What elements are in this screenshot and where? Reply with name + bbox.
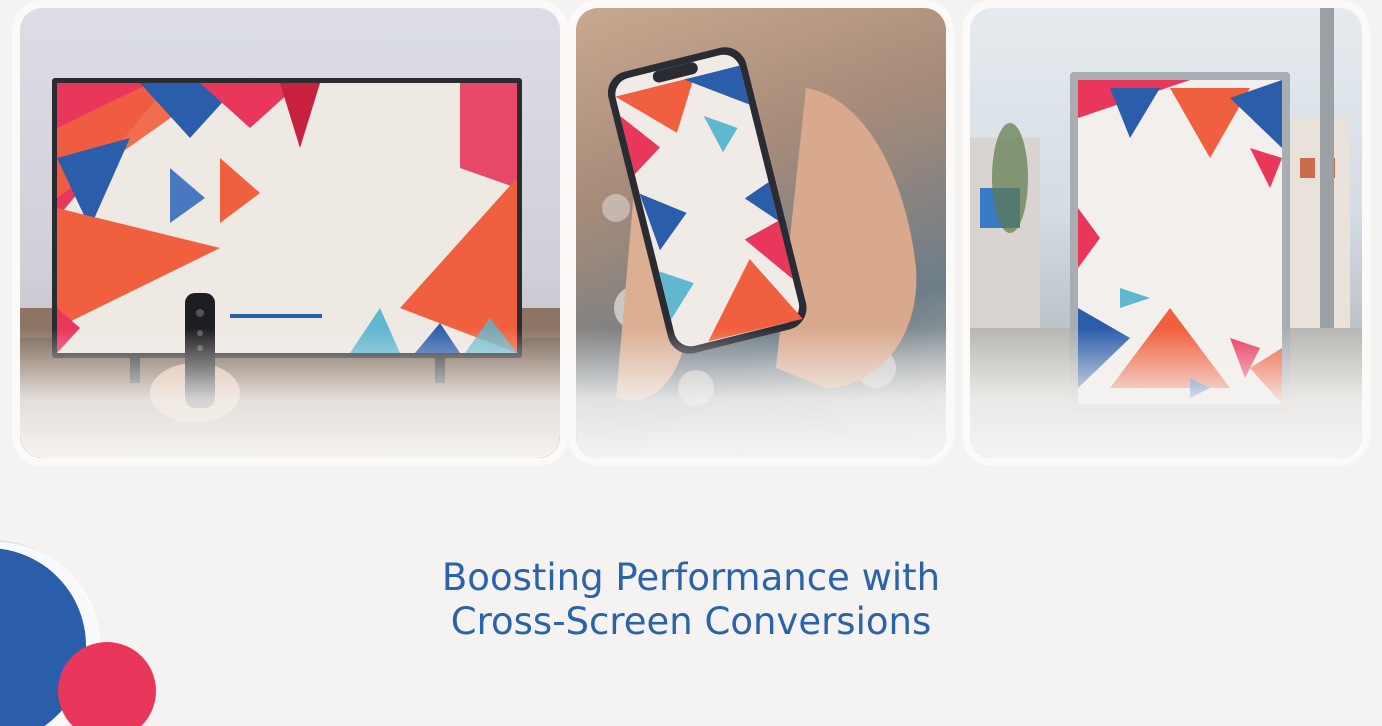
hero-banner [8, 8, 1374, 468]
title-line-2: Cross-Screen Conversions [450, 600, 932, 643]
phone-panel [576, 8, 946, 458]
tv-illustration [20, 78, 560, 458]
poster-illustration [970, 8, 1362, 458]
poster-panel [970, 8, 1362, 458]
phone-illustration [602, 47, 917, 406]
title-line-1: Boosting Performance with [441, 556, 941, 599]
page-title: Boosting Performance with Cross-Screen C… [0, 556, 1382, 644]
slide: Boosting Performance with Cross-Screen C… [0, 0, 1382, 726]
decorative-red-circle [58, 642, 156, 726]
tv-panel [20, 8, 560, 458]
